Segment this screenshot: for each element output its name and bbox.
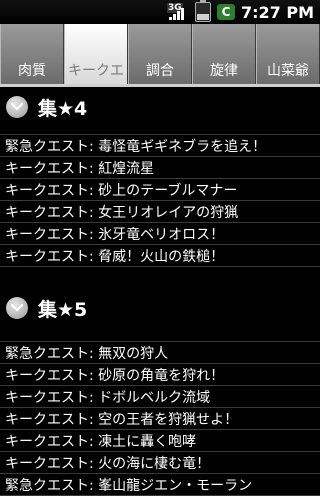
- quest-list-item[interactable]: キークエスト: 女王リオレイアの狩猟: [0, 201, 320, 223]
- quest-list-item[interactable]: キークエスト: 氷牙竜ベリオロス！: [0, 223, 320, 245]
- quest-list-item[interactable]: キークエスト: 砂上のテーブルマナー: [0, 179, 320, 201]
- quest-list-item[interactable]: キークエスト: 凍土に轟く咆哮: [0, 430, 320, 452]
- quest-list-item[interactable]: キークエスト: 空の王者を狩猟せよ！: [0, 408, 320, 430]
- quest-list-item[interactable]: 緊急クエスト: 無双の狩人: [0, 342, 320, 364]
- quest-list-item[interactable]: キークエスト: 脅威！火山の鉄槌！: [0, 245, 320, 267]
- group-title: 集★4: [38, 97, 88, 120]
- group-header[interactable]: 集★5: [0, 289, 320, 327]
- tab-underline: [0, 84, 320, 87]
- quest-list: 集★4 緊急クエスト: 毒怪竜ギギネブラを追え！ キークエスト: 紅煌流星 キークエス…: [0, 88, 320, 496]
- tab-herb-grandpa[interactable]: 山菜爺: [256, 24, 320, 86]
- quest-list-item[interactable]: キークエスト: 紅煌流星: [0, 157, 320, 179]
- quest-list-item[interactable]: 緊急クエスト: 毒怪竜ギギネブラを追え！: [0, 135, 320, 157]
- group-header[interactable]: 集★4: [0, 88, 320, 126]
- tab-melody[interactable]: 旋律: [192, 24, 256, 86]
- tab-label: 山菜爺: [267, 63, 309, 79]
- tab-label: キークエ: [68, 63, 124, 79]
- group-title: 集★5: [38, 298, 88, 321]
- status-clock: 7:27 PM: [240, 2, 314, 22]
- chevron-down-icon: [6, 96, 28, 118]
- tab-meat[interactable]: 肉質: [0, 24, 64, 86]
- quest-list-item[interactable]: キークエスト: 火の海に棲む竜！: [0, 452, 320, 474]
- tab-combination[interactable]: 調合: [128, 24, 192, 86]
- quest-list-item[interactable]: キークエスト: ドボルベルク流域: [0, 386, 320, 408]
- signal-3g-icon: 3G: [166, 3, 189, 20]
- tab-label: 肉質: [18, 63, 46, 79]
- quest-list-item[interactable]: キークエスト: 砂原の角竜を狩れ！: [0, 364, 320, 386]
- status-bar: 3G C 7:27 PM: [0, 0, 320, 24]
- battery-icon: [194, 0, 211, 22]
- tab-bar: 肉質 キークエ 調合 旋律 山菜爺: [0, 24, 320, 86]
- tab-key-quest[interactable]: キークエ: [64, 24, 128, 86]
- quest-list-item[interactable]: 緊急クエスト: 峯山龍ジエン・モーラン: [0, 474, 320, 496]
- tab-label: 調合: [146, 63, 174, 79]
- chevron-down-icon: [6, 297, 28, 319]
- app-notification-icon: C: [216, 4, 235, 20]
- tab-label: 旋律: [210, 63, 238, 79]
